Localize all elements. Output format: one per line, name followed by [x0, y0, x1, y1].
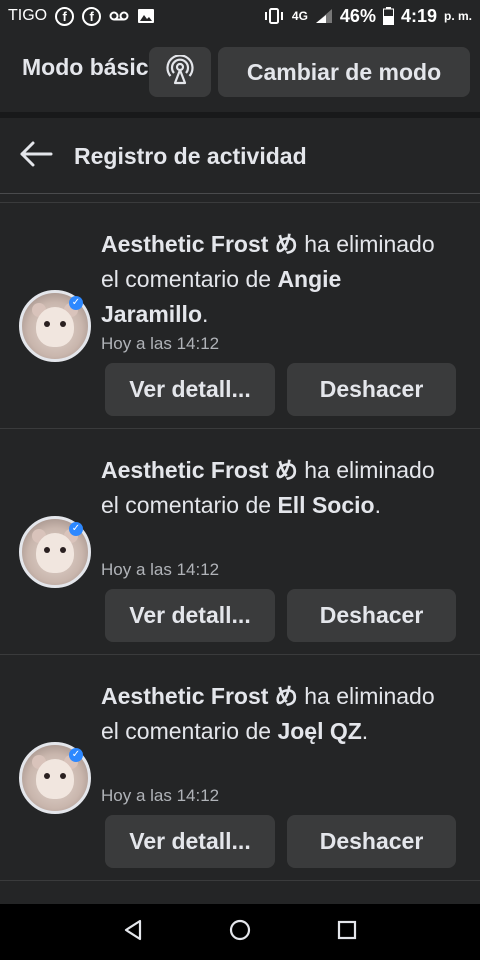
status-right: 4G 46% 4:19 p. m. [263, 6, 472, 27]
activity-item: ✓ Aesthetic Frost め ha eliminado el come… [0, 203, 480, 429]
voicemail-icon [109, 10, 129, 22]
verified-badge-icon: ✓ [69, 748, 83, 762]
activity-punctuation: . [374, 492, 381, 518]
image-icon [137, 8, 155, 24]
clock: 4:19 [400, 5, 437, 26]
activity-text: Aesthetic Frost め ha eliminado el coment… [101, 453, 441, 523]
vibrate-icon [263, 8, 285, 24]
broadcast-button[interactable] [149, 47, 211, 97]
activity-time: Hoy a las 14:12 [101, 334, 220, 353]
clock-ampm: p. m. [443, 9, 472, 23]
activity-text: Aesthetic Frost め ha eliminado el coment… [101, 227, 441, 332]
mode-label: Modo básico [22, 54, 148, 80]
status-left: TIGO f f [8, 6, 155, 26]
network-type: 4G [291, 9, 308, 23]
triangle-back-icon[interactable] [123, 919, 143, 946]
verified-badge-icon: ✓ [69, 522, 83, 536]
activity-text: Aesthetic Frost め ha eliminado el coment… [101, 679, 441, 749]
circle-home-icon[interactable] [228, 918, 252, 947]
status-bar: TIGO f f 4G 46% 4:19 p. m. [0, 0, 480, 32]
actor-name[interactable]: Aesthetic Frost め [101, 231, 298, 257]
battery-percent: 46% [339, 5, 376, 26]
page-header: Registro de actividad [0, 118, 480, 194]
square-recents-icon[interactable] [337, 920, 357, 945]
activity-time: Hoy a las 14:12 [101, 560, 220, 579]
arrow-left-icon [19, 141, 53, 172]
activity-item: ✓ Aesthetic Frost め ha eliminado el come… [0, 429, 480, 655]
switch-mode-button[interactable]: Cambiar de modo [218, 47, 470, 97]
activity-item: ✓ Aesthetic Frost め ha eliminado el come… [0, 655, 480, 881]
facebook-notification-icon: f [82, 6, 102, 26]
system-nav-bar [0, 904, 480, 960]
activity-list: ✓ Aesthetic Frost め ha eliminado el come… [0, 203, 480, 881]
carrier-label: TIGO [8, 7, 48, 24]
actor-name[interactable]: Aesthetic Frost め [101, 457, 298, 483]
undo-button[interactable]: Deshacer [287, 815, 456, 868]
target-name[interactable]: Ell Socio [277, 492, 374, 518]
view-details-button[interactable]: Ver detall... [105, 589, 275, 642]
view-details-button[interactable]: Ver detall... [105, 363, 275, 416]
activity-punctuation: . [202, 301, 209, 327]
facebook-notification-icon: f [55, 6, 75, 26]
signal-icon [315, 8, 333, 24]
view-details-button[interactable]: Ver detall... [105, 815, 275, 868]
mode-bar: Modo básico Cambiar de modo [0, 32, 480, 112]
actor-name[interactable]: Aesthetic Frost め [101, 683, 298, 709]
broadcast-icon [166, 53, 194, 90]
activity-time: Hoy a las 14:12 [101, 786, 220, 805]
undo-button[interactable]: Deshacer [287, 589, 456, 642]
verified-badge-icon: ✓ [69, 296, 83, 310]
target-name[interactable]: Joęl QZ [277, 718, 361, 744]
battery-icon [382, 7, 394, 25]
activity-punctuation: . [361, 718, 369, 744]
back-button[interactable] [16, 138, 56, 174]
undo-button[interactable]: Deshacer [287, 363, 456, 416]
page-title: Registro de actividad [74, 143, 307, 169]
